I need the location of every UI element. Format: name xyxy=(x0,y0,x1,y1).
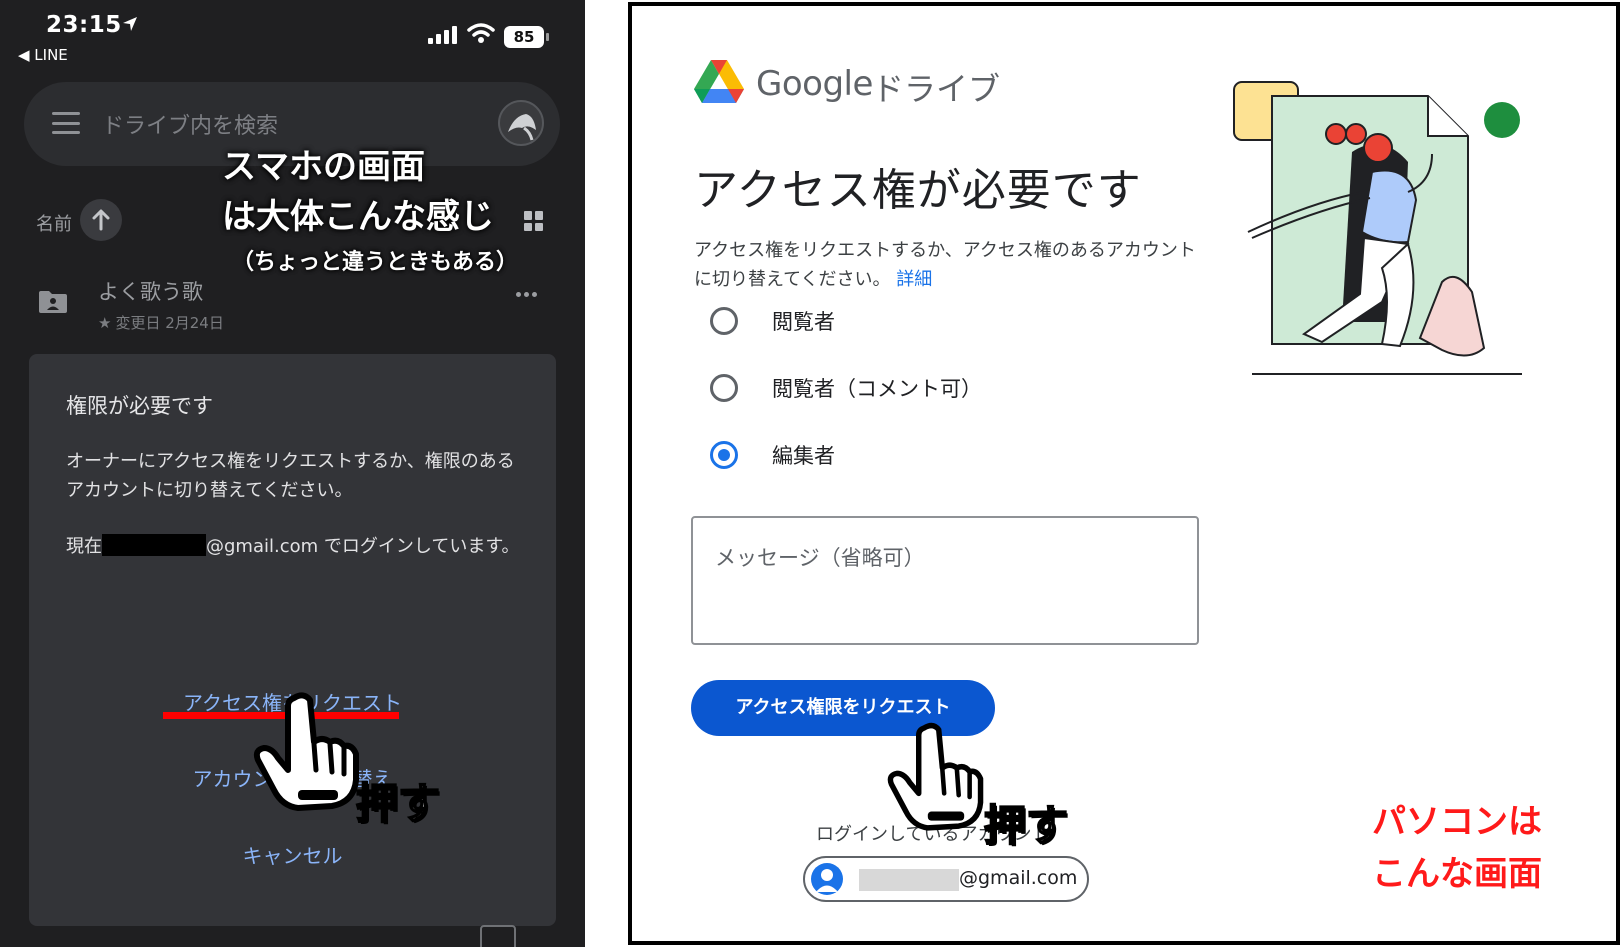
shared-folder-icon xyxy=(39,291,67,313)
arrow-up-icon xyxy=(92,209,110,231)
google-drive-logo-icon xyxy=(694,60,744,103)
file-modified-date: 変更日 2月24日 xyxy=(115,314,224,332)
wifi-icon xyxy=(467,23,495,43)
permission-dialog: 権限が必要です オーナーにアクセス権をリクエストするか、権限のあるアカウントに切… xyxy=(29,354,556,926)
desktop-screenshot: Google ドライブ アクセス権が必要です アクセス権をリクエストするか、アク… xyxy=(628,2,1620,945)
avatar-image xyxy=(508,114,536,141)
sort-direction-button[interactable] xyxy=(80,199,122,241)
account-avatar-icon xyxy=(811,863,843,895)
radio-button-selected[interactable] xyxy=(710,441,738,469)
cancel-button[interactable]: キャンセル xyxy=(29,840,556,869)
caption-line2: こんな画面 xyxy=(1372,854,1542,894)
account-email: @gmail.com xyxy=(959,867,1078,889)
caption-line1: パソコンは xyxy=(1372,802,1542,842)
sort-label: 名前 xyxy=(36,214,72,235)
message-placeholder: メッセージ（省略可） xyxy=(715,546,925,570)
role-label: 閲覧者 xyxy=(772,310,835,334)
role-option-viewer[interactable]: 閲覧者 xyxy=(710,306,835,336)
divider xyxy=(585,0,628,947)
partial-bottom-icon xyxy=(480,925,516,947)
star-icon: ★ xyxy=(98,314,112,332)
role-option-editor[interactable]: 編集者 xyxy=(710,440,835,470)
search-placeholder[interactable]: ドライブ内を検索 xyxy=(102,108,278,140)
annotation-title: スマホの画面 は大体こんな感じ xyxy=(222,142,494,242)
role-label: 閲覧者（コメント可） xyxy=(772,377,982,401)
annotation-subtitle: （ちょっと違うときもある） xyxy=(232,250,519,275)
dialog-body: オーナーにアクセス権をリクエストするか、権限のあるアカウントに切り替えてください… xyxy=(66,451,515,501)
login-prefix: 現在 xyxy=(66,536,102,557)
file-modified-meta: ★ 変更日 2月24日 xyxy=(98,312,224,333)
cellular-signal-icon xyxy=(428,24,457,44)
annotation-press: 押す xyxy=(983,800,1069,851)
page-description: アクセス権をリクエストするか、アクセス権のあるアカウントに切り替えてください。 … xyxy=(694,236,1204,294)
hamburger-icon[interactable] xyxy=(52,112,80,134)
phone-screenshot: 23:15 ◀ LINE 85 ドライブ内を検索 名前 よく歌う歌 ★ 変更日 2… xyxy=(0,0,585,947)
dialog-login-info: 現在 @gmail.com でログインしています。 xyxy=(66,532,526,561)
grid-view-icon[interactable] xyxy=(524,211,544,231)
brand-product: ドライブ xyxy=(872,70,1001,108)
dialog-title: 権限が必要です xyxy=(66,394,213,418)
annotation-caption: パソコンは こんな画面 xyxy=(1352,796,1542,900)
login-suffix: @gmail.com でログインしています。 xyxy=(206,536,520,557)
radio-button[interactable] xyxy=(710,374,738,402)
status-time: 23:15 xyxy=(46,12,122,38)
radio-button[interactable] xyxy=(710,307,738,335)
annotation-title-line2: は大体こんな感じ xyxy=(222,197,494,237)
description-text: アクセス権をリクエストするか、アクセス権のあるアカウントに切り替えてください。 xyxy=(694,240,1196,290)
role-label: 編集者 xyxy=(772,444,835,468)
brand-google: Google xyxy=(756,64,873,104)
pointing-hand-icon xyxy=(253,692,359,811)
role-option-commenter[interactable]: 閲覧者（コメント可） xyxy=(710,373,982,403)
page-title: アクセス権が必要です xyxy=(694,165,1142,216)
back-to-app-link[interactable]: ◀ LINE xyxy=(18,46,68,64)
person-walking-through-document-illustration xyxy=(1233,81,1522,375)
file-name[interactable]: よく歌う歌 xyxy=(98,276,203,306)
more-options-icon[interactable] xyxy=(516,292,537,297)
battery-icon: 85 xyxy=(504,26,549,48)
annotation-press: 押す xyxy=(355,778,441,829)
annotation-title-line1: スマホの画面 xyxy=(222,147,425,187)
details-link[interactable]: 詳細 xyxy=(896,269,932,290)
avatar[interactable] xyxy=(498,100,544,146)
location-arrow-icon xyxy=(123,17,137,31)
account-chip[interactable]: @gmail.com xyxy=(803,856,1089,902)
message-textarea[interactable]: メッセージ（省略可） xyxy=(691,516,1199,645)
redacted-email xyxy=(102,534,206,556)
pointing-hand-icon xyxy=(887,722,984,831)
redacted-email xyxy=(859,869,959,891)
